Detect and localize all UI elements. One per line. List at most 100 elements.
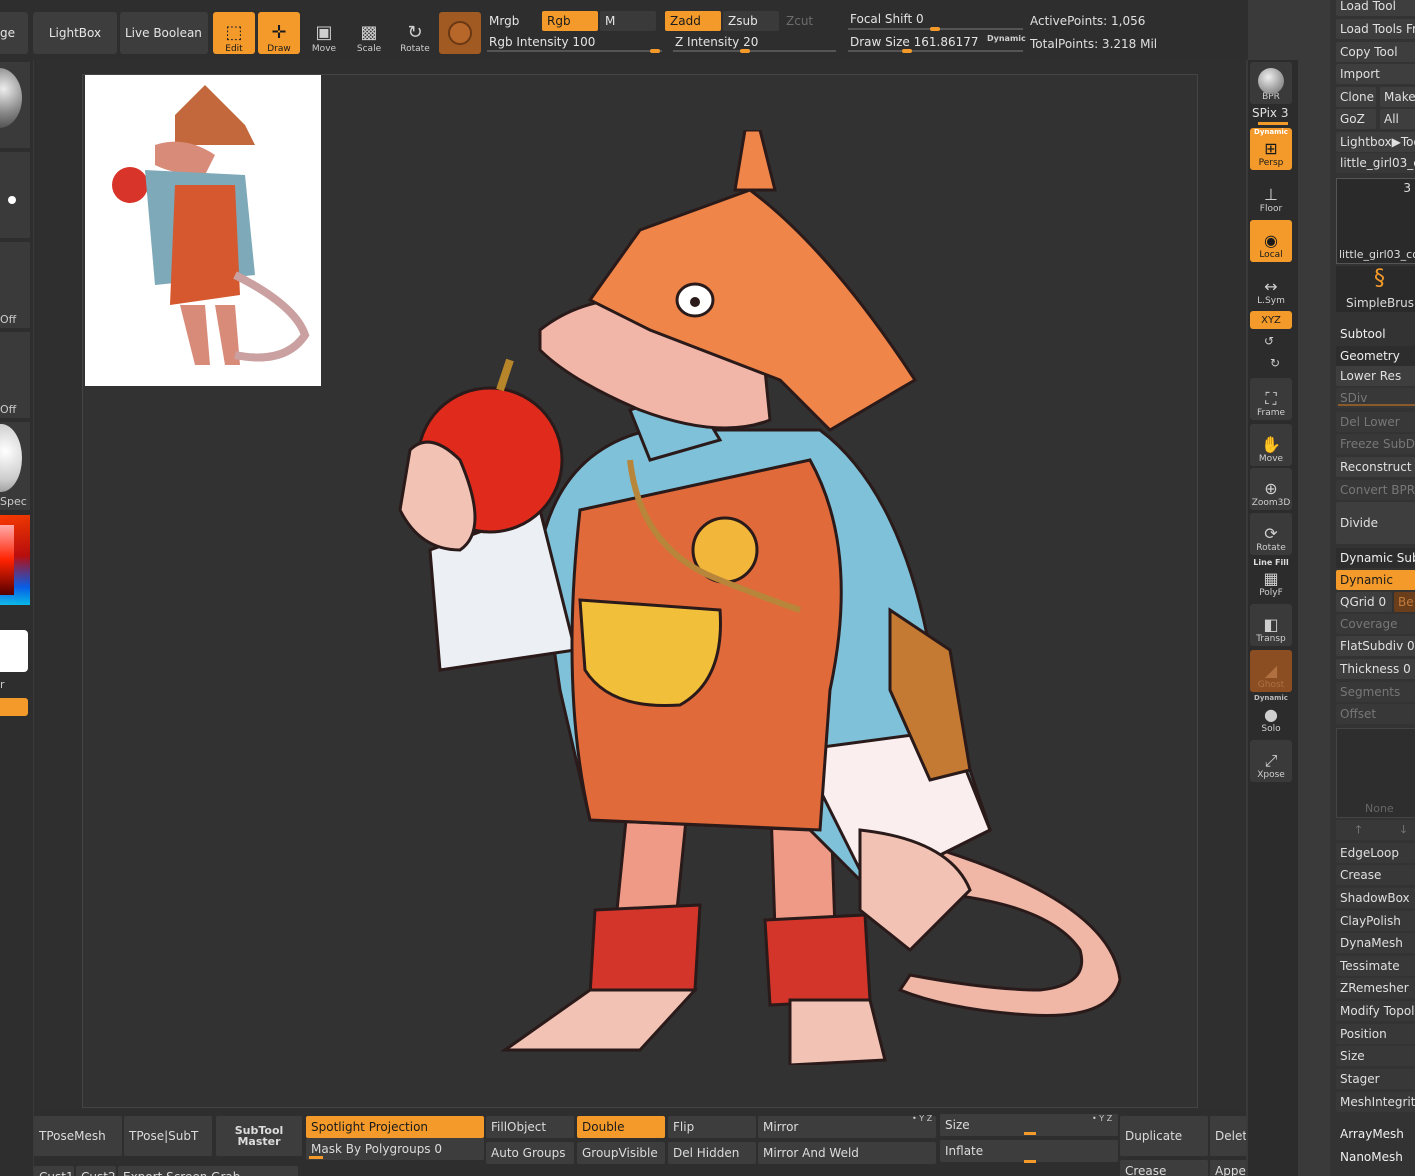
live-boolean-button[interactable]: Live Boolean [120, 12, 208, 54]
load-tools-from-button[interactable]: Load Tools Fro [1336, 19, 1415, 39]
delete-button[interactable]: Delet [1210, 1116, 1246, 1156]
move-view-button[interactable]: ✋ Move [1250, 424, 1292, 466]
scale-button[interactable]: ▩ Scale [348, 12, 390, 55]
edgeloop-header[interactable]: EdgeLoop [1336, 843, 1415, 863]
mirror-and-weld-button[interactable]: Mirror And Weld [758, 1142, 936, 1164]
rgb-intensity-knob[interactable] [650, 49, 660, 53]
import-button[interactable]: Import [1336, 64, 1415, 84]
size-axis-toggle[interactable]: • Y Z [1092, 1114, 1112, 1123]
del-hidden-button[interactable]: Del Hidden [668, 1142, 756, 1164]
qgrid-slider[interactable]: QGrid 0 [1336, 592, 1392, 612]
goz-button[interactable]: GoZ [1336, 109, 1376, 129]
mask-by-polygroups-slider[interactable]: Mask By Polygroups 0 [306, 1138, 484, 1160]
brush-slot[interactable] [0, 62, 30, 148]
character-model[interactable] [390, 130, 1130, 1065]
local-button[interactable]: ◉ Local [1250, 220, 1292, 262]
flip-button[interactable]: Flip [668, 1116, 756, 1138]
reconstruct-subdiv-button[interactable]: Reconstruct Su [1336, 457, 1415, 477]
edit-button[interactable]: ⬚ Edit [213, 12, 255, 54]
mrgb-toggle[interactable]: Mrgb [484, 11, 540, 31]
tray-divider[interactable] [1298, 540, 1304, 670]
groupvisible-button[interactable]: GroupVisible [577, 1142, 665, 1164]
append-button[interactable]: Appen [1210, 1160, 1246, 1176]
spotlight-projection-toggle[interactable]: Spotlight Projection [306, 1116, 484, 1138]
curve-arrows[interactable]: 🡑 🡓 [1336, 820, 1415, 840]
dynamesh-header[interactable]: DynaMesh [1336, 933, 1415, 953]
dynamic-subdiv-toggle[interactable]: Dynamic [1336, 570, 1415, 590]
segments-slider[interactable]: Segments [1336, 682, 1415, 702]
frame-button[interactable]: ⛶ Frame [1250, 378, 1292, 420]
tposemesh-button[interactable]: TPoseMesh [34, 1116, 122, 1156]
convert-bpr-button[interactable]: Convert BPR T [1336, 480, 1415, 500]
fillobject-button[interactable]: FillObject [486, 1116, 574, 1138]
freeze-subdiv-button[interactable]: Freeze SubDiv [1336, 434, 1415, 454]
del-lower-button[interactable]: Del Lower [1336, 412, 1415, 432]
focal-shift-slider[interactable]: Focal Shift 0 [845, 9, 1023, 29]
zremesher-header[interactable]: ZRemesher [1336, 978, 1415, 998]
shadowbox-header[interactable]: ShadowBox [1336, 888, 1415, 908]
edge-button[interactable]: ge [0, 12, 28, 54]
geometry-header[interactable]: Geometry [1336, 346, 1415, 366]
xpose-button[interactable]: ⤢ Xpose [1250, 740, 1292, 782]
lightbox-button[interactable]: LightBox [33, 12, 117, 54]
flatsubdiv-slider[interactable]: FlatSubdiv 0 [1336, 636, 1415, 656]
inflate-knob[interactable] [1024, 1160, 1036, 1163]
subtool-master-button[interactable]: SubTool Master [216, 1116, 302, 1156]
meshintegrity-header[interactable]: MeshIntegrity [1336, 1092, 1415, 1112]
double-toggle[interactable]: Double [577, 1116, 665, 1138]
cust2-button[interactable]: Cust2 [76, 1166, 116, 1176]
modify-topology-header[interactable]: Modify Topolo [1336, 1001, 1415, 1021]
polyf-button[interactable]: Line Fill ▦ PolyF [1250, 558, 1292, 600]
export-screen-grab-button[interactable]: Export Screen Grab [118, 1166, 298, 1176]
size-knob[interactable] [1024, 1132, 1036, 1135]
lsym-button[interactable]: ↔ L.Sym [1250, 266, 1292, 308]
coverage-slider[interactable]: Coverage [1336, 614, 1415, 634]
stager-header[interactable]: Stager [1336, 1069, 1415, 1089]
cust1-button[interactable]: Cust1 [34, 1166, 74, 1176]
rotate-z-icon[interactable]: ↻ [1270, 356, 1280, 370]
alpha-slot[interactable]: Off [0, 242, 30, 328]
rotate-y-icon[interactable]: ↺ [1264, 334, 1274, 348]
texture-slot[interactable]: Off [0, 332, 30, 418]
claypolish-header[interactable]: ClayPolish [1336, 911, 1415, 931]
draw-button[interactable]: ✛ Draw [258, 12, 300, 54]
persp-button[interactable]: Dynamic ⊞ Persp [1250, 128, 1292, 170]
copy-tool-button[interactable]: Copy Tool [1336, 42, 1415, 62]
focal-shift-knob[interactable] [930, 27, 940, 31]
simplebrush-thumbnail[interactable]: § SimpleBrush [1336, 266, 1415, 312]
auto-groups-button[interactable]: Auto Groups [486, 1142, 574, 1164]
curve-editor[interactable]: None [1336, 728, 1415, 818]
color-picker[interactable] [0, 515, 30, 605]
stroke-slot[interactable] [0, 152, 30, 238]
rgb-toggle[interactable]: Rgb [542, 11, 598, 31]
z-intensity-slider[interactable]: Z Intensity 20 [670, 32, 836, 52]
arraymesh-header[interactable]: ArrayMesh [1336, 1124, 1415, 1144]
draw-size-slider[interactable]: Draw Size 161.86177 [845, 32, 985, 52]
material-swatch[interactable] [439, 12, 481, 54]
zsub-toggle[interactable]: Zsub [723, 11, 779, 31]
nanomesh-header[interactable]: NanoMesh [1336, 1147, 1415, 1167]
color-switch-button[interactable] [0, 698, 28, 716]
load-tool-button[interactable]: Load Tool [1336, 0, 1415, 16]
main-color-swatch[interactable] [0, 630, 28, 672]
crease-header[interactable]: Crease [1336, 865, 1415, 885]
up-arrow-icon[interactable]: 🡑 [1356, 821, 1362, 840]
lightbox-tool-button[interactable]: Lightbox▶Too [1336, 132, 1415, 152]
make-button[interactable]: Make [1380, 87, 1415, 107]
move-button[interactable]: ▣ Move [303, 12, 345, 55]
bpr-button[interactable]: BPR [1250, 62, 1292, 104]
size-header[interactable]: Size [1336, 1046, 1415, 1066]
current-tool-name[interactable]: little_girl03_co [1336, 153, 1415, 173]
spix-slider[interactable]: SPix 3 [1252, 106, 1288, 120]
zoom3d-button[interactable]: ⊕ Zoom3D [1250, 468, 1292, 510]
mirror-button[interactable]: Mirror [758, 1116, 936, 1138]
lower-res-button[interactable]: Lower Res [1336, 366, 1415, 386]
inflate-slider[interactable]: Inflate [940, 1140, 1118, 1162]
floor-button[interactable]: ⊥ Floor [1250, 174, 1292, 216]
dynamic-toggle[interactable]: Dynamic [987, 34, 1026, 43]
mirror-axis-toggle[interactable]: • Y Z [912, 1114, 932, 1123]
ghost-button[interactable]: ◢ Ghost [1250, 650, 1292, 692]
rotate-view-button[interactable]: ⟳ Rotate [1250, 513, 1292, 555]
down-arrow-icon[interactable]: 🡓 [1401, 821, 1407, 840]
m-toggle[interactable]: M [600, 11, 656, 31]
